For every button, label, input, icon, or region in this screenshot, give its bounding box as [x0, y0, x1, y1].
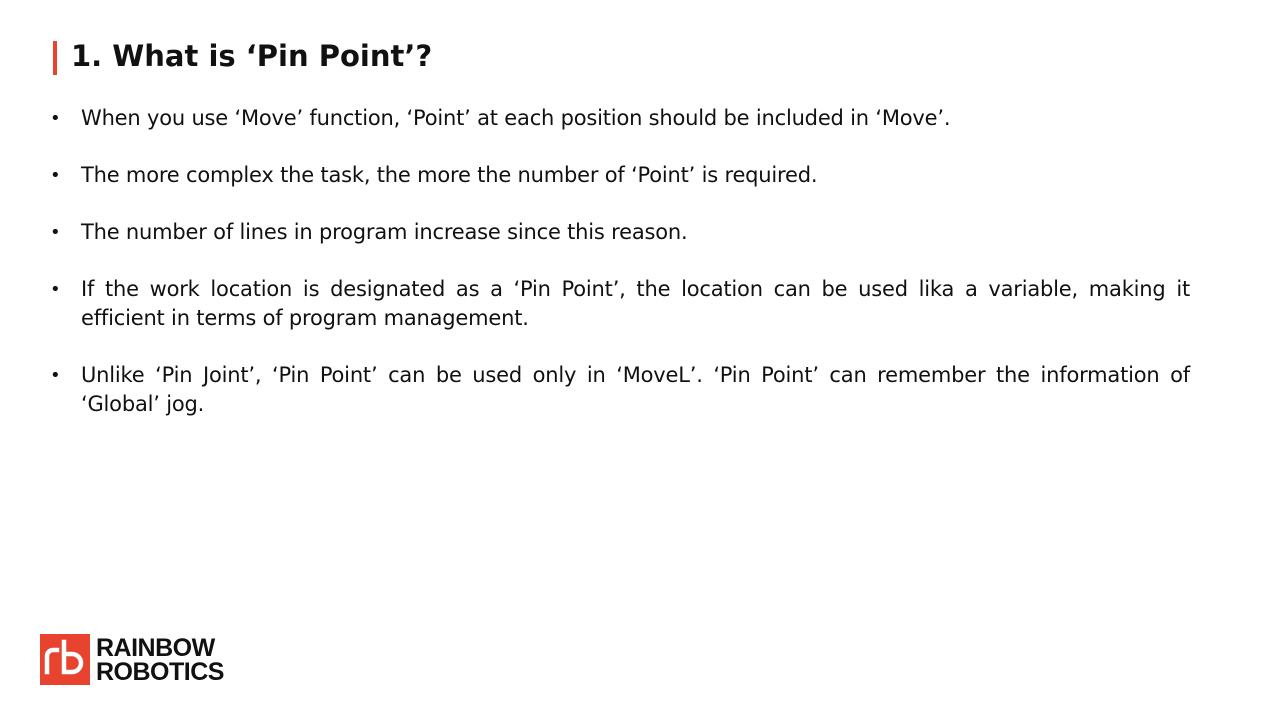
title-accent-bar — [53, 41, 57, 75]
slide: 1. What is ‘Pin Point’? • When you use ‘… — [0, 0, 1280, 720]
bullet-list: • When you use ‘Move’ function, ‘Point’ … — [50, 104, 1190, 447]
bullet-text: Unlike ‘Pin Joint’, ‘Pin Point’ can be u… — [81, 363, 1190, 416]
slide-title: 1. What is ‘Pin Point’? — [71, 39, 433, 73]
bullet-item: • The number of lines in program increas… — [50, 218, 1190, 247]
bullet-item: • The more complex the task, the more th… — [50, 161, 1190, 190]
bullet-dot-icon: • — [50, 165, 61, 186]
bullet-text: If the work location is designated as a … — [81, 277, 1190, 330]
rb-logo-icon — [40, 634, 90, 685]
bullet-item: • When you use ‘Move’ function, ‘Point’ … — [50, 104, 1190, 133]
bullet-item: • Unlike ‘Pin Joint’, ‘Pin Point’ can be… — [50, 361, 1190, 419]
bullet-dot-icon: • — [50, 108, 61, 129]
bullet-dot-icon: • — [50, 222, 61, 243]
bullet-text: The number of lines in program increase … — [81, 220, 688, 244]
bullet-text: When you use ‘Move’ function, ‘Point’ at… — [81, 106, 951, 130]
logo-line-1: RAINBOW — [96, 633, 215, 662]
bullet-dot-icon: • — [50, 365, 61, 386]
logo-wordmark: RAINBOW ROBOTICS — [96, 633, 224, 686]
bullet-item: • If the work location is designated as … — [50, 275, 1190, 333]
bullet-text: The more complex the task, the more the … — [81, 163, 818, 187]
bullet-dot-icon: • — [50, 279, 61, 300]
logo-line-2: ROBOTICS — [96, 657, 224, 686]
company-logo: RAINBOW ROBOTICS — [40, 634, 224, 685]
